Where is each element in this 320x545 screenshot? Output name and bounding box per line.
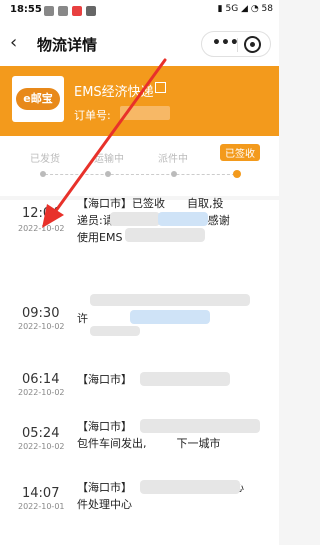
event-date: 2022-10-01 bbox=[18, 502, 65, 511]
event-date: 2022-10-02 bbox=[18, 442, 65, 451]
tracking-timeline: 12:04 2022-10-02 【海口市】已签收 自取,投 递员:请 感谢 使用E… bbox=[0, 197, 279, 545]
event-line: 递员:请 bbox=[77, 214, 114, 227]
event-time: 14:07 bbox=[22, 486, 60, 501]
redacted-text bbox=[140, 480, 240, 494]
redacted-phone-link bbox=[130, 310, 210, 324]
event-time: 05:24 bbox=[22, 426, 60, 441]
redacted-text bbox=[140, 372, 230, 386]
delivery-progress: 已发货 运输中 派件中 已签收 bbox=[0, 136, 279, 196]
ems-logo-icon: e邮宝 bbox=[16, 88, 60, 110]
notification-icon bbox=[58, 6, 68, 16]
event-line: 使用EMS bbox=[77, 231, 123, 244]
event-line: 【海口市】 bbox=[77, 420, 132, 433]
event-line: 下一城市 bbox=[176, 437, 221, 450]
carrier-logo: e邮宝 bbox=[12, 76, 64, 122]
step-label-delivering: 派件中 bbox=[158, 154, 188, 165]
event-line: 【海口市】 bbox=[77, 373, 132, 386]
order-number-redacted bbox=[120, 106, 170, 120]
redacted-text bbox=[125, 228, 205, 242]
status-time: 18:55 bbox=[10, 4, 42, 15]
order-label: 订单号: bbox=[74, 109, 111, 122]
redacted-text bbox=[90, 326, 140, 336]
event-date: 2022-10-02 bbox=[18, 224, 65, 233]
page-title: 物流详情 bbox=[37, 36, 98, 54]
event-line: 【海口市】已签收 bbox=[77, 197, 165, 210]
step-dot bbox=[105, 171, 111, 177]
notification-icon bbox=[86, 6, 96, 16]
step-dot bbox=[171, 171, 177, 177]
event-time: 09:30 bbox=[22, 306, 60, 321]
event-line: 【海口市】 bbox=[77, 481, 132, 494]
notification-icon bbox=[72, 6, 82, 16]
notification-icon bbox=[44, 6, 54, 16]
more-icon[interactable]: ••• bbox=[212, 35, 239, 51]
event-line: 许 bbox=[77, 312, 88, 325]
redacted-text bbox=[110, 212, 160, 226]
progress-track bbox=[45, 174, 235, 175]
event-line: 感谢 bbox=[207, 214, 230, 227]
step-dot bbox=[40, 171, 46, 177]
event-line: 件处理中心 bbox=[77, 498, 132, 511]
step-label-signed: 已签收 bbox=[220, 144, 260, 161]
step-label-shipped: 已发货 bbox=[30, 154, 60, 165]
step-label-transit: 运输中 bbox=[94, 154, 124, 165]
capsule-menu: ••• bbox=[201, 31, 271, 57]
event-date: 2022-10-02 bbox=[18, 388, 65, 397]
carrier-header: e邮宝 EMS经济快递 订单号: bbox=[0, 66, 279, 136]
event-line: 自取,投 bbox=[187, 197, 224, 210]
event-time: 06:14 bbox=[22, 372, 60, 387]
redacted-text bbox=[90, 294, 250, 306]
event-time: 12:04 bbox=[22, 206, 60, 221]
status-bar: 18:55 ▮ 5G ◢ ◔ 58 bbox=[0, 0, 279, 22]
redacted-text bbox=[140, 419, 260, 433]
redacted-phone-link bbox=[158, 212, 208, 226]
event-date: 2022-10-02 bbox=[18, 322, 65, 331]
close-icon[interactable] bbox=[244, 36, 261, 53]
nav-bar: ‹ 物流详情 ••• bbox=[0, 22, 279, 66]
edit-icon[interactable] bbox=[155, 82, 166, 93]
step-dot-active bbox=[233, 170, 241, 178]
status-indicators: ▮ 5G ◢ ◔ 58 bbox=[217, 4, 273, 14]
back-icon[interactable]: ‹ bbox=[10, 32, 17, 53]
capsule-divider bbox=[237, 38, 238, 52]
event-line: 包件车间发出, bbox=[77, 437, 147, 450]
carrier-name: EMS经济快递 bbox=[74, 85, 154, 100]
